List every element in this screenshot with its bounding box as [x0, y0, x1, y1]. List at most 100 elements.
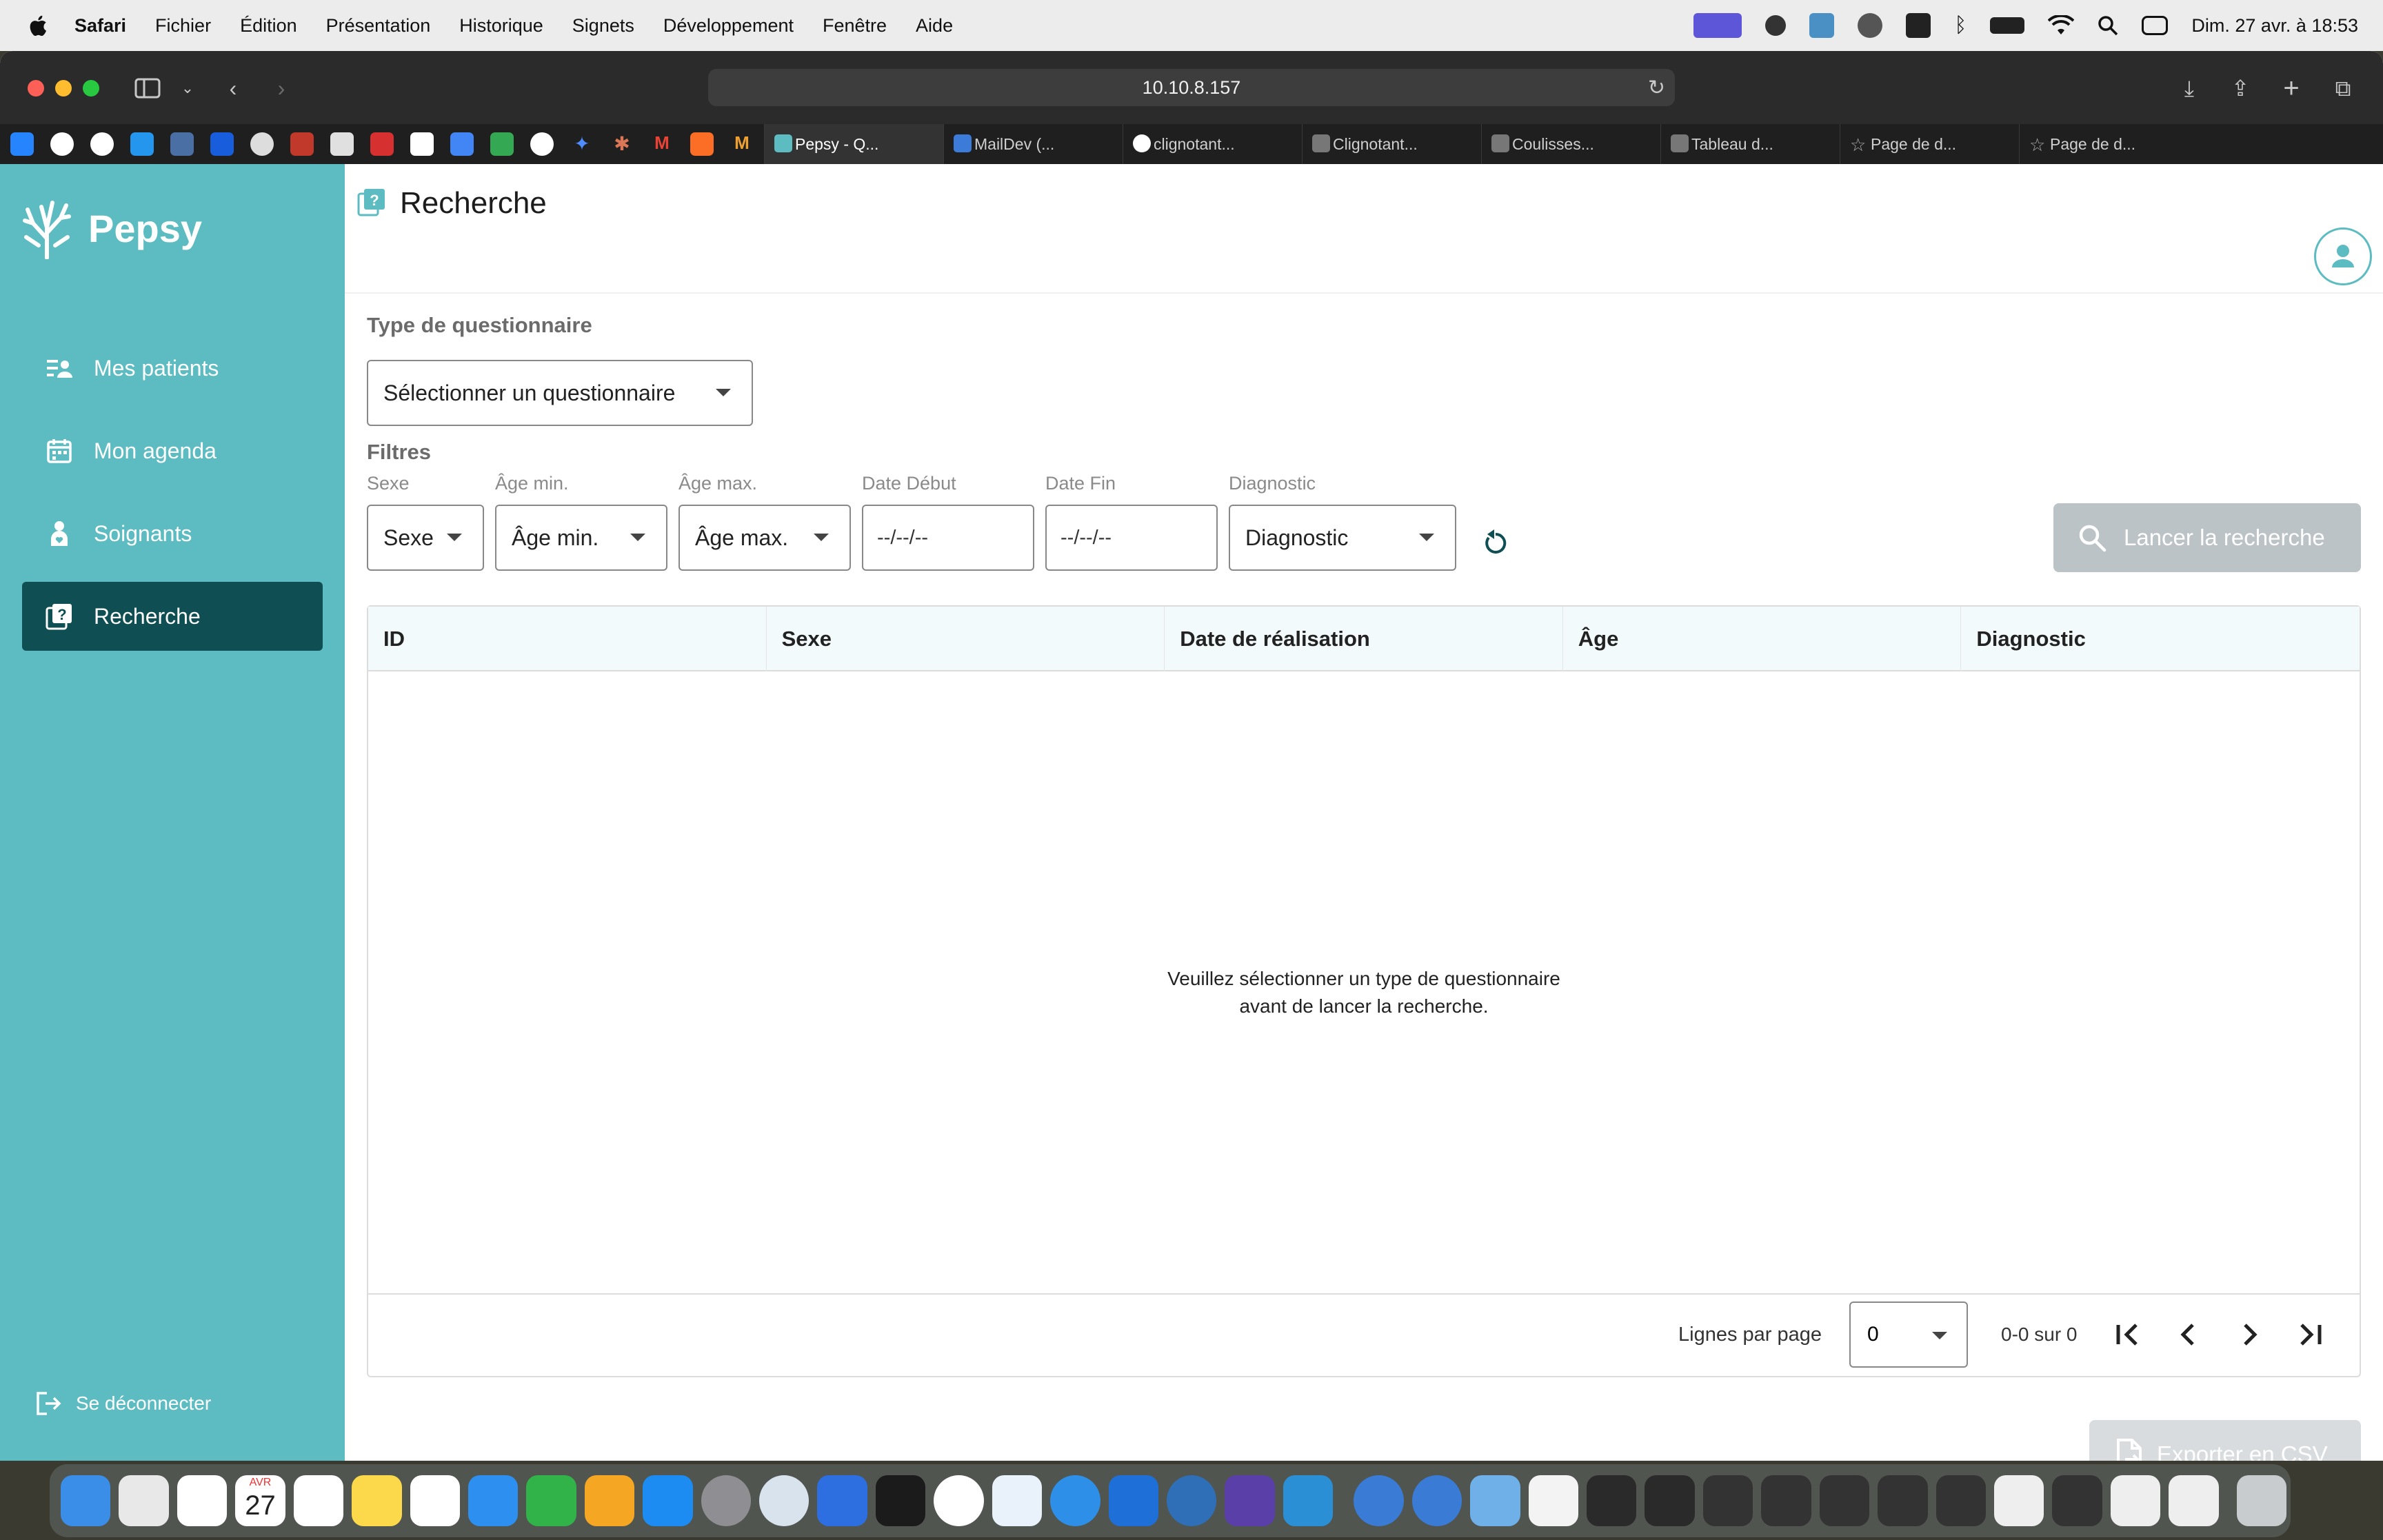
nav-mon-agenda[interactable]: Mon agenda	[22, 416, 323, 485]
trash-icon[interactable]	[2236, 1475, 2287, 1526]
menu-historique[interactable]: Historique	[459, 15, 543, 37]
pinned-tab-app-icon[interactable]	[170, 132, 194, 156]
pinned-tab-docker-icon[interactable]	[130, 132, 154, 156]
recent-window-2-icon[interactable]	[1586, 1475, 1637, 1526]
pinned-tab-chat-icon[interactable]	[490, 132, 514, 156]
freeform-icon[interactable]	[410, 1475, 460, 1526]
menu-fenetre[interactable]: Fenêtre	[823, 15, 887, 37]
reset-filters-icon[interactable]	[1480, 528, 1511, 558]
rows-per-page-select[interactable]: 0	[1849, 1301, 1968, 1368]
grammarly-app-icon[interactable]	[1225, 1475, 1275, 1526]
keynote-icon[interactable]	[467, 1475, 519, 1526]
grammarly-icon[interactable]	[1765, 15, 1787, 36]
new-tab-icon[interactable]: +	[2278, 74, 2305, 102]
tab-pepsy[interactable]: Pepsy - Q...	[764, 124, 943, 164]
recent-window-4-icon[interactable]	[1702, 1475, 1753, 1526]
logout-button[interactable]: Se déconnecter	[34, 1390, 211, 1417]
terminal-icon[interactable]	[875, 1475, 926, 1526]
battery-icon[interactable]	[1990, 17, 2025, 34]
share-icon[interactable]: ⇪	[2226, 74, 2254, 102]
tab-coulisses[interactable]: Coulisses...	[1481, 124, 1660, 164]
recent-window-9-icon[interactable]	[1993, 1475, 2044, 1526]
recent-window-12-icon[interactable]	[2169, 1475, 2219, 1526]
menu-signets[interactable]: Signets	[572, 15, 634, 37]
nav-recherche[interactable]: ? Recherche	[22, 582, 323, 651]
tab-clignotant[interactable]: Clignotant...	[1302, 124, 1481, 164]
menu-app-name[interactable]: Safari	[74, 15, 126, 37]
column-header-age[interactable]: Âge	[1563, 607, 1962, 671]
nav-mes-patients[interactable]: Mes patients	[22, 334, 323, 403]
menu-developpement[interactable]: Développement	[663, 15, 794, 37]
pinned-tab-red-icon[interactable]	[290, 132, 314, 156]
back-button[interactable]: ‹	[219, 74, 247, 102]
tab-page-de-1[interactable]: ☆ Page de d...	[1840, 124, 2019, 164]
tab-tableau[interactable]: Tableau d...	[1660, 124, 1840, 164]
lock-app-icon[interactable]	[759, 1475, 810, 1526]
launch-search-button[interactable]: Lancer la recherche	[2053, 503, 2361, 572]
recent-window-10-icon[interactable]	[2052, 1475, 2102, 1526]
pinned-tab-apple-icon[interactable]	[410, 132, 434, 156]
control-center-icon[interactable]	[2142, 16, 2169, 35]
column-header-diagnostic[interactable]: Diagnostic	[1961, 607, 2360, 671]
date-debut-input[interactable]: --/--/--	[862, 505, 1034, 571]
testflight-icon[interactable]	[992, 1475, 1043, 1526]
xcode-tools-icon[interactable]	[817, 1475, 867, 1526]
network-globe-2-icon[interactable]	[1411, 1475, 1462, 1526]
date-fin-input[interactable]: --/--/--	[1045, 505, 1218, 571]
chrome-icon[interactable]	[934, 1475, 984, 1526]
system-settings-icon[interactable]	[701, 1475, 752, 1526]
calendar-app-icon[interactable]: AVR 27	[235, 1475, 285, 1526]
finder-icon[interactable]	[61, 1475, 111, 1526]
pinned-tab-github-icon[interactable]	[50, 132, 74, 156]
pages-icon[interactable]	[584, 1475, 635, 1526]
network-globe-icon[interactable]	[1354, 1475, 1404, 1526]
bluetooth-icon[interactable]: ᛒ	[1954, 14, 1967, 37]
column-header-id[interactable]: ID	[368, 607, 767, 671]
reminders-icon[interactable]	[293, 1475, 344, 1526]
tab-page-de-2[interactable]: ☆ Page de d...	[2019, 124, 2198, 164]
downloads-folder-icon[interactable]	[1470, 1475, 1520, 1526]
tab-maildev[interactable]: MailDev (...	[943, 124, 1123, 164]
menu-aide[interactable]: Aide	[916, 15, 953, 37]
brand-logo[interactable]: Pepsy	[21, 197, 202, 259]
pinned-tab-bitwarden-icon[interactable]	[210, 132, 234, 156]
column-header-sexe[interactable]: Sexe	[767, 607, 1165, 671]
sexe-select[interactable]: Sexe	[367, 505, 484, 571]
vscode-icon[interactable]	[1283, 1475, 1334, 1526]
drive-icon[interactable]	[1906, 13, 1931, 38]
recent-window-11-icon[interactable]	[2110, 1475, 2161, 1526]
tab-google-search[interactable]: clignotant...	[1123, 124, 1302, 164]
nav-soignants[interactable]: Soignants	[22, 499, 323, 568]
maps-pin-icon[interactable]	[1108, 1475, 1159, 1526]
pinned-tab-circle-icon[interactable]	[250, 132, 274, 156]
pinned-tab-openai-icon[interactable]	[530, 132, 554, 156]
age-min-select[interactable]: Âge min.	[495, 505, 667, 571]
apple-logo-icon[interactable]	[28, 14, 48, 37]
spotlight-search-icon[interactable]	[2098, 15, 2118, 36]
markdown-app-icon[interactable]	[1167, 1475, 1217, 1526]
launchpad-icon[interactable]	[119, 1475, 169, 1526]
app-store-icon[interactable]	[643, 1475, 693, 1526]
wifi-icon[interactable]	[2048, 15, 2075, 36]
sidebar-toggle-icon[interactable]	[134, 74, 161, 102]
pinned-tab-notes-icon[interactable]	[330, 132, 354, 156]
age-max-select[interactable]: Âge max.	[678, 505, 851, 571]
downloads-icon[interactable]: ⤓	[2175, 74, 2203, 102]
forward-button[interactable]: ›	[268, 74, 295, 102]
photos-icon[interactable]	[177, 1475, 228, 1526]
export-csv-button[interactable]: Exporter en CSV	[2089, 1420, 2361, 1461]
menubar-clock[interactable]: Dim. 27 avr. à 18:53	[2191, 15, 2358, 37]
next-page-icon[interactable]	[2233, 1318, 2266, 1351]
zoom-window-button[interactable]	[83, 80, 99, 97]
pinned-tab-m-icon[interactable]: M	[730, 132, 754, 156]
diagnostic-select[interactable]: Diagnostic	[1229, 505, 1456, 571]
pinned-tab-gitlab-icon[interactable]	[690, 132, 714, 156]
recent-window-7-icon[interactable]	[1878, 1475, 1928, 1526]
safari-icon[interactable]	[1050, 1475, 1100, 1526]
recent-window-6-icon[interactable]	[1819, 1475, 1870, 1526]
screen-share-icon[interactable]	[1693, 13, 1742, 38]
user-avatar-button[interactable]	[2314, 227, 2372, 285]
minimize-window-button[interactable]	[55, 80, 72, 97]
text-tool-icon[interactable]	[1809, 13, 1835, 38]
sidebar-menu-chevron-icon[interactable]: ⌄	[174, 74, 201, 102]
